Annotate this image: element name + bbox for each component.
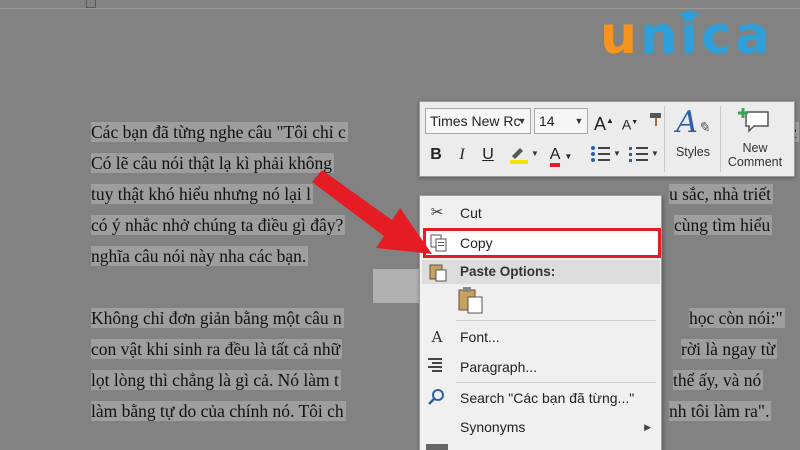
text-line-8[interactable]: lọt lòng thì chẳng là gì cả. Nó làm t bbox=[91, 370, 341, 390]
new-comment-label-1: New bbox=[742, 141, 768, 155]
page-corner-mark bbox=[86, 0, 96, 8]
text-fragment-3[interactable]: u sắc, nhà triết bbox=[669, 184, 774, 204]
text-fragment-8[interactable]: thể ấy, và nó bbox=[673, 370, 764, 390]
menu-item-copy[interactable]: Copy bbox=[423, 228, 661, 258]
menu-item-synonyms-label: Synonyms bbox=[460, 419, 526, 435]
font-color-button[interactable]: A ▼ bbox=[544, 144, 578, 167]
menu-item-search-label: Search "Các bạn đã từng..." bbox=[460, 390, 635, 406]
svg-text:▼: ▼ bbox=[651, 149, 658, 158]
paste-options-header: Paste Options: bbox=[422, 260, 660, 284]
font-icon: A bbox=[431, 328, 443, 346]
submenu-arrow-icon: ▶ bbox=[644, 422, 651, 432]
highlighter-icon: ▼ bbox=[510, 148, 539, 164]
text-line-5[interactable]: nghĩa câu nói này nha các bạn. bbox=[91, 246, 309, 266]
text-line-9[interactable]: làm bằng tự do của chính nó. Tôi ch bbox=[91, 401, 346, 421]
text-line-6[interactable]: Không chỉ đơn giản bằng một câu n bbox=[91, 308, 344, 328]
text-fragment-9[interactable]: nh tôi làm ra". bbox=[669, 401, 772, 421]
new-comment-label-2: Comment bbox=[727, 155, 783, 169]
menu-item-font-label: Font... bbox=[460, 329, 500, 345]
font-color-letter: A bbox=[549, 147, 561, 167]
menu-item-synonyms[interactable]: Synonyms ▶ bbox=[420, 412, 661, 442]
text-fragment-7[interactable]: rời là ngay từ bbox=[681, 339, 778, 359]
toolbar-separator bbox=[720, 106, 721, 172]
menu-item-search[interactable]: Search "Các bạn đã từng..." bbox=[420, 383, 661, 413]
paste-keep-formatting-icon bbox=[458, 287, 483, 314]
menu-item-paragraph[interactable]: Paragraph... bbox=[420, 352, 661, 382]
highlight-color-button[interactable]: ▼ bbox=[506, 144, 540, 166]
logo-letters-rest: nica bbox=[640, 6, 773, 66]
search-icon bbox=[426, 388, 448, 408]
shrink-font-button[interactable]: A▼ bbox=[620, 112, 640, 134]
toolbar-separator bbox=[664, 106, 665, 172]
paste-icon bbox=[428, 262, 448, 287]
format-painter-button[interactable] bbox=[646, 110, 666, 132]
paragraph-icon bbox=[426, 357, 448, 377]
graduation-cap-icon bbox=[678, 10, 700, 22]
text-line-1[interactable]: Các bạn đã từng nghe câu "Tôi chỉ c bbox=[91, 122, 348, 142]
unica-logo: u nica bbox=[600, 6, 773, 66]
chevron-down-icon[interactable]: ▼ bbox=[571, 109, 587, 133]
menu-item-font[interactable]: A Font... bbox=[420, 322, 661, 352]
menu-item-copy-label: Copy bbox=[460, 235, 493, 251]
selection-gap bbox=[373, 269, 421, 303]
styles-icon: A✎ bbox=[676, 105, 710, 140]
text-line-2[interactable]: Có lẽ câu nói thật lạ kì phải không bbox=[91, 153, 335, 173]
text-line-7[interactable]: con vật khi sinh ra đều là tất cả nhữ bbox=[91, 339, 343, 359]
text-line-3[interactable]: tuy thật khó hiểu nhưng nó lại l bbox=[91, 184, 313, 204]
menu-divider bbox=[456, 320, 656, 321]
svg-text:▼: ▼ bbox=[613, 149, 620, 158]
format-painter-icon bbox=[650, 113, 661, 126]
underline-button[interactable]: U bbox=[478, 144, 498, 166]
text-fragment-4[interactable]: cùng tìm hiểu bbox=[674, 215, 773, 235]
font-size-dropdown[interactable]: 14 ▼ bbox=[534, 108, 588, 134]
paste-options-label: Paste Options: bbox=[460, 264, 556, 279]
paste-keep-formatting-button[interactable] bbox=[456, 286, 486, 316]
menu-item-paragraph-label: Paragraph... bbox=[460, 359, 538, 375]
svg-text:▼: ▼ bbox=[531, 149, 538, 158]
grow-font-button[interactable]: A▲ bbox=[594, 110, 614, 134]
font-name-value: Times New Rc bbox=[430, 113, 521, 129]
styles-button[interactable]: A✎ Styles bbox=[669, 106, 717, 172]
bold-button[interactable]: B bbox=[426, 144, 446, 166]
bullets-button[interactable]: ▼ bbox=[588, 144, 622, 166]
bullet-list-icon: ▼ bbox=[591, 146, 621, 162]
red-arrow-annotation bbox=[312, 170, 432, 254]
font-size-value: 14 bbox=[539, 113, 555, 129]
numbered-list-icon: ▼ bbox=[629, 147, 659, 162]
mini-toolbar: Times New Rc ▼ 14 ▼ A▲ A▼ B I U ▼ A ▼ ▼ ▼… bbox=[419, 101, 795, 177]
new-comment-button[interactable]: New Comment bbox=[723, 106, 787, 172]
font-name-dropdown[interactable]: Times New Rc ▼ bbox=[425, 108, 531, 134]
numbering-button[interactable]: ▼ bbox=[626, 144, 660, 166]
logo-letter-u: u bbox=[600, 6, 641, 66]
text-fragment-6[interactable]: học còn nói:" bbox=[689, 308, 785, 328]
new-comment-icon bbox=[738, 108, 769, 133]
context-menu: ✂ Cut Copy Paste Options: A Font... Para… bbox=[419, 195, 662, 450]
menu-item-cut[interactable]: ✂ Cut bbox=[420, 198, 661, 228]
partial-menu-icon bbox=[426, 444, 448, 450]
chevron-down-icon[interactable]: ▼ bbox=[514, 109, 530, 133]
styles-label: Styles bbox=[675, 145, 711, 159]
menu-item-cut-label: Cut bbox=[460, 205, 482, 221]
italic-button[interactable]: I bbox=[452, 144, 472, 166]
